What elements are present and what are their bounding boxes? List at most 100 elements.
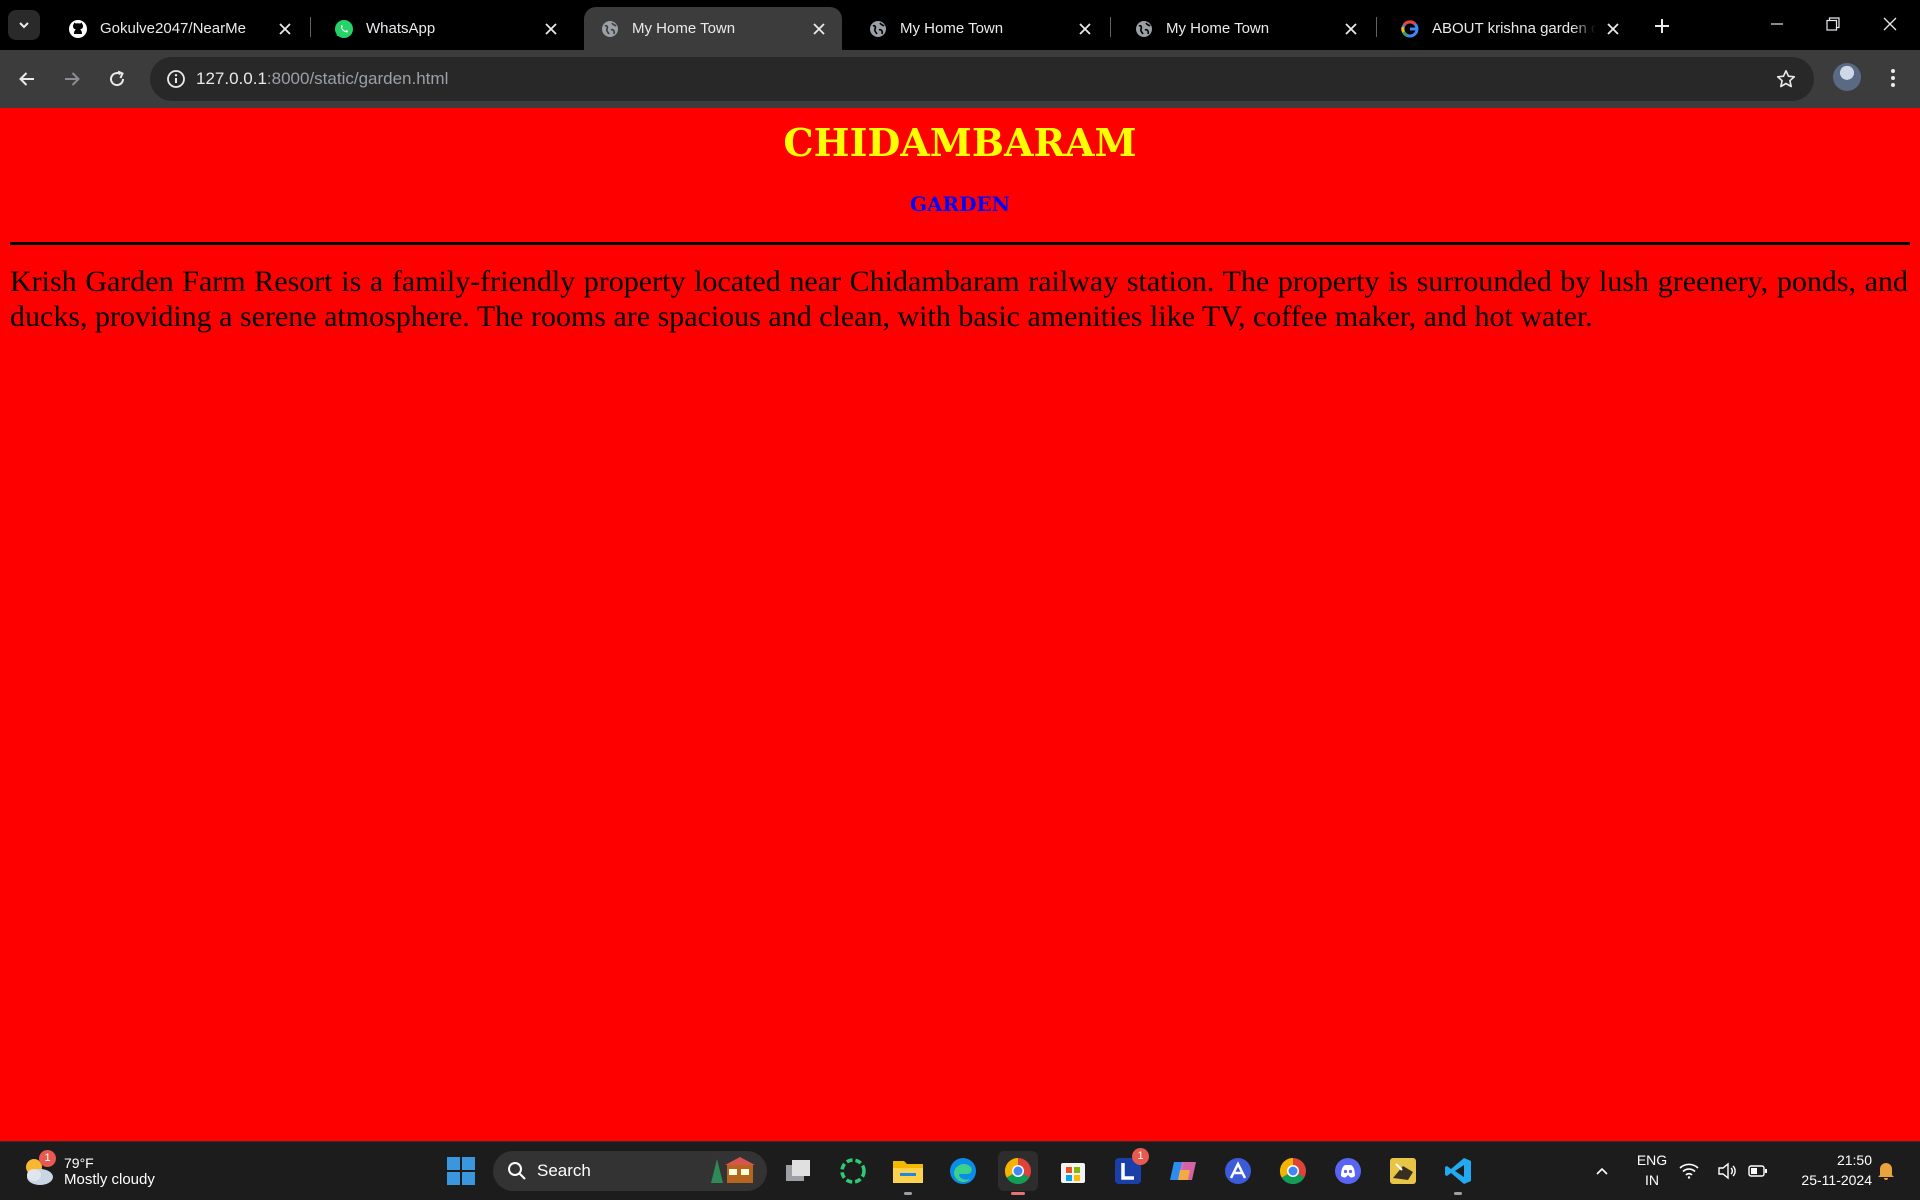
horizontal-rule — [10, 242, 1910, 245]
tab-title: ABOUT krishna garden chi — [1432, 20, 1596, 37]
search-label: Search — [537, 1161, 591, 1180]
arrow-right-icon — [65, 72, 80, 86]
tab-strip: Gokulve2047/NearMe WhatsApp My Home Town… — [0, 0, 1920, 50]
notification-badge: 1 — [1132, 1148, 1149, 1165]
tab-divider — [1110, 17, 1111, 37]
profile-avatar[interactable] — [1833, 63, 1861, 91]
microsoft-store-icon[interactable] — [1053, 1151, 1093, 1191]
tab-whatsapp[interactable]: WhatsApp — [318, 7, 574, 50]
new-tab-button[interactable] — [1648, 12, 1676, 40]
discord-icon[interactable] — [1328, 1151, 1368, 1191]
reload-icon — [110, 70, 125, 87]
clock-date: 25-11-2024 — [1801, 1172, 1872, 1188]
whatsapp-icon — [334, 19, 354, 39]
l-app-icon[interactable]: 1 — [1108, 1148, 1149, 1191]
edge-icon[interactable] — [943, 1151, 983, 1191]
weather-widget[interactable]: 1 79°F Mostly cloudy — [20, 1148, 155, 1194]
tab-title: WhatsApp — [366, 20, 436, 37]
chrome-icon[interactable] — [998, 1151, 1038, 1195]
weather-temp: 79°F — [64, 1154, 94, 1171]
tab-my-home-town-active[interactable]: My Home Town — [584, 7, 842, 50]
restore-icon — [1826, 17, 1840, 31]
page-heading: CHIDAMBARAM — [783, 120, 1137, 165]
minimize-icon — [1771, 23, 1783, 25]
clock-time: 21:50 — [1836, 1152, 1872, 1168]
taskbar-search[interactable]: Search — [493, 1151, 767, 1191]
language-line-1: ENG — [1636, 1152, 1668, 1168]
search-highlight-icon — [711, 1157, 755, 1183]
site-info-icon[interactable] — [160, 63, 192, 95]
chrome-alt-icon[interactable] — [1273, 1151, 1313, 1191]
tab-title: My Home Town — [632, 20, 736, 37]
more-vertical-icon — [1891, 69, 1895, 87]
forward-button[interactable] — [55, 62, 89, 96]
language-line-2: IN — [1645, 1172, 1659, 1188]
a-app-icon[interactable] — [1218, 1151, 1258, 1191]
close-icon[interactable] — [808, 18, 830, 40]
close-icon[interactable] — [1602, 18, 1624, 40]
close-icon[interactable] — [1074, 18, 1096, 40]
windows-start-icon[interactable] — [441, 1151, 481, 1191]
weather-text: 79°F Mostly cloudy — [64, 1155, 155, 1188]
close-window-button[interactable] — [1867, 8, 1913, 40]
vscode-icon[interactable] — [1438, 1151, 1478, 1195]
tab-title: Gokulve2047/NearMe — [100, 20, 246, 37]
copilot-icon[interactable] — [1163, 1151, 1203, 1191]
globe-icon — [868, 19, 888, 39]
url-path: :8000/static/garden.html — [266, 69, 449, 88]
browser-window: Gokulve2047/NearMe WhatsApp My Home Town… — [0, 0, 1920, 1200]
active-indicator — [1011, 1192, 1025, 1195]
language-indicator[interactable]: ENG IN — [1632, 1150, 1672, 1190]
reload-button[interactable] — [100, 62, 134, 96]
weather-condition: Mostly cloudy — [64, 1170, 155, 1188]
search-icon — [508, 1162, 526, 1180]
refresh-app-icon[interactable] — [833, 1151, 873, 1191]
tab-title: My Home Town — [1166, 20, 1270, 37]
clock[interactable]: 21:50 25-11-2024 — [1782, 1150, 1872, 1190]
running-indicator — [1454, 1192, 1462, 1195]
chevron-up-icon[interactable] — [1582, 1151, 1622, 1191]
plus-icon — [1655, 19, 1669, 33]
close-icon — [1883, 17, 1897, 31]
cloudy-weather-icon: 1 — [20, 1150, 56, 1189]
close-icon[interactable] — [1340, 18, 1362, 40]
globe-icon — [1134, 19, 1154, 39]
tab-github[interactable]: Gokulve2047/NearMe — [52, 7, 308, 50]
tab-search-button[interactable] — [8, 10, 40, 40]
address-bar[interactable]: 127.0.0.1:8000/static/garden.html — [150, 57, 1814, 101]
tab-my-home-town[interactable]: My Home Town — [852, 7, 1108, 50]
bookmark-star-icon[interactable] — [1772, 65, 1800, 93]
page-subheading: GARDEN — [909, 192, 1011, 216]
game-icon[interactable] — [1383, 1151, 1423, 1191]
tab-my-home-town[interactable]: My Home Town — [1118, 7, 1374, 50]
browser-menu-button[interactable] — [1878, 63, 1908, 93]
tab-divider — [310, 17, 311, 37]
page-paragraph: Krish Garden Farm Resort is a family-fri… — [10, 265, 1908, 333]
task-view-icon[interactable] — [778, 1151, 818, 1191]
browser-toolbar: 127.0.0.1:8000/static/garden.html — [0, 50, 1920, 108]
windows-taskbar: 1 79°F Mostly cloudy Search 1 ENG IN 21:… — [0, 1141, 1920, 1200]
tab-google-search[interactable]: ABOUT krishna garden chi — [1384, 7, 1636, 50]
arrow-left-icon — [19, 72, 34, 86]
url-text[interactable]: 127.0.0.1:8000/static/garden.html — [196, 57, 448, 101]
tab-divider — [1376, 17, 1377, 37]
close-icon[interactable] — [540, 18, 562, 40]
weather-badge: 1 — [39, 1150, 56, 1167]
back-button[interactable] — [10, 62, 44, 96]
web-page: CHIDAMBARAM GARDEN Krish Garden Farm Res… — [0, 108, 1920, 1141]
volume-icon[interactable] — [1715, 1151, 1739, 1191]
chevron-down-icon — [19, 22, 29, 29]
google-icon — [1400, 19, 1420, 39]
github-icon — [68, 19, 88, 39]
globe-icon — [600, 19, 620, 39]
minimize-button[interactable] — [1754, 8, 1800, 40]
url-host: 127.0.0.1 — [196, 69, 267, 88]
tab-title: My Home Town — [900, 20, 1004, 37]
file-explorer-icon[interactable] — [888, 1151, 928, 1195]
wifi-icon[interactable] — [1677, 1151, 1701, 1191]
close-icon[interactable] — [274, 18, 296, 40]
battery-icon[interactable] — [1746, 1151, 1770, 1191]
restore-button[interactable] — [1810, 8, 1856, 40]
running-indicator — [904, 1192, 912, 1195]
notification-bell-icon[interactable] — [1874, 1151, 1898, 1191]
